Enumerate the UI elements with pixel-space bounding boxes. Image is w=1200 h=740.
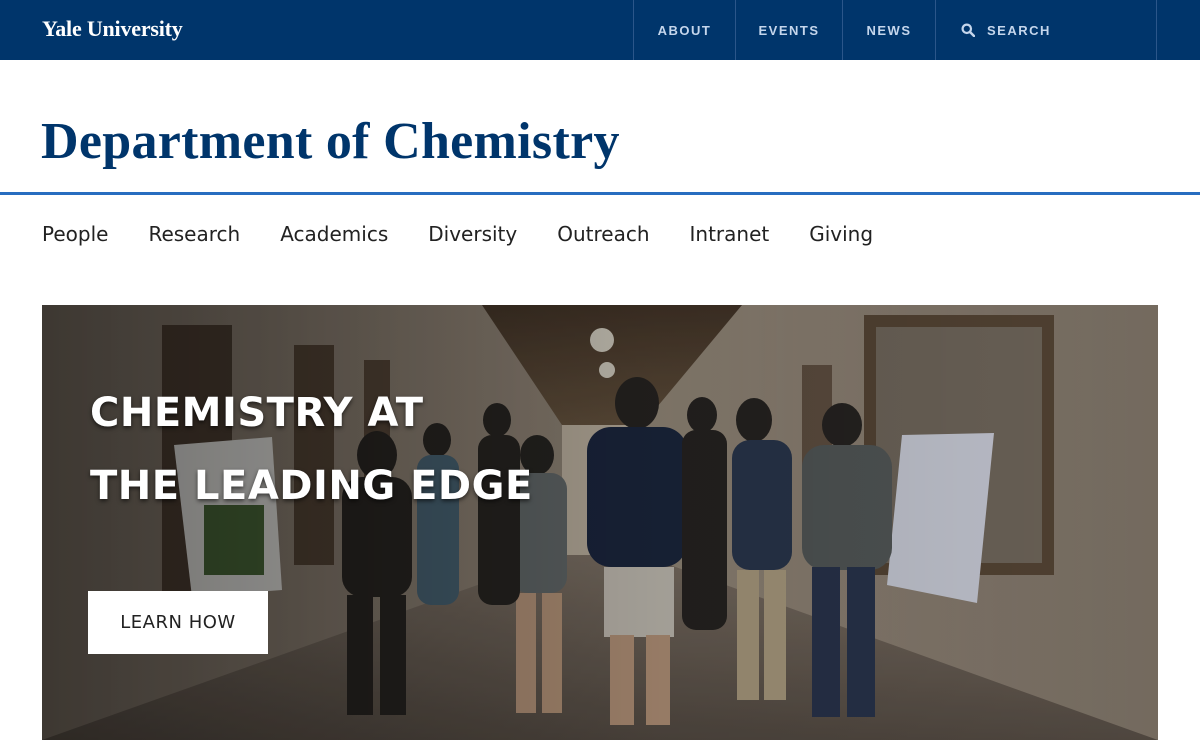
yale-university-logo-link[interactable]: Yale University	[42, 16, 183, 42]
global-header: Yale University ABOUT EVENTS NEWS SEARCH	[0, 0, 1200, 60]
main-nav: People Research Academics Diversity Outr…	[42, 222, 913, 246]
about-link[interactable]: ABOUT	[633, 0, 735, 60]
hero-title: CHEMISTRY AT THE LEADING EDGE	[90, 377, 533, 523]
search-label: SEARCH	[987, 22, 1051, 38]
nav-item-academics[interactable]: Academics	[280, 222, 388, 246]
hero-banner: CHEMISTRY AT THE LEADING EDGE LEARN HOW	[42, 305, 1158, 740]
nav-item-diversity[interactable]: Diversity	[428, 222, 517, 246]
nav-item-research[interactable]: Research	[148, 222, 240, 246]
hero-title-line-2: THE LEADING EDGE	[90, 463, 533, 509]
nav-item-outreach[interactable]: Outreach	[557, 222, 649, 246]
search-button[interactable]: SEARCH	[935, 0, 1157, 60]
utility-nav: ABOUT EVENTS NEWS SEARCH	[633, 0, 1157, 60]
news-link[interactable]: NEWS	[842, 0, 935, 60]
nav-item-giving[interactable]: Giving	[809, 222, 873, 246]
header-divider	[0, 192, 1200, 195]
learn-how-button[interactable]: LEARN HOW	[88, 591, 268, 654]
hero-title-line-1: CHEMISTRY AT	[90, 390, 424, 436]
search-icon	[961, 23, 975, 37]
department-title[interactable]: Department of Chemistry	[41, 112, 620, 171]
events-link[interactable]: EVENTS	[735, 0, 842, 60]
nav-item-people[interactable]: People	[42, 222, 108, 246]
nav-item-intranet[interactable]: Intranet	[690, 222, 770, 246]
